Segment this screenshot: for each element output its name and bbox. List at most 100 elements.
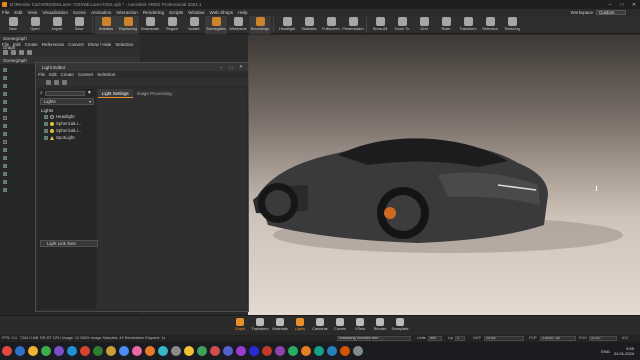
fov-field[interactable]: 22.62 [589,336,617,341]
taskbar-app-icon[interactable] [314,346,324,356]
workspace-select[interactable]: Custom [596,10,626,15]
toolbar-save-button[interactable]: Save [68,16,90,34]
menu-help[interactable]: Help [238,10,247,15]
taskbar-app-icon[interactable] [353,346,363,356]
le-menu-convert[interactable]: Convert [78,72,93,77]
light-checkbox[interactable] [44,128,48,133]
light-item[interactable]: SphericalLi... [38,127,96,134]
taskbar-app-icon[interactable] [41,346,51,356]
toolbar-new-button[interactable]: New [2,16,24,34]
toolbar-isolate-button[interactable]: Isolate [183,16,205,34]
toolbar-show-all-button[interactable]: Show All [369,16,391,34]
toolbar-selection-button[interactable]: Selection [479,16,501,34]
toolbar-transform-button[interactable]: Transform [457,16,479,34]
tree-checkbox[interactable] [3,76,7,80]
delete-light-icon[interactable] [54,79,59,85]
toolbar-grid-button[interactable]: Grid [413,16,435,34]
le-menu-selection[interactable]: Selection [97,72,115,77]
module-curves-button[interactable]: Curves [330,318,350,334]
toolbar-fullscreen-button[interactable]: Fullscreen [320,16,342,34]
tree-checkbox[interactable] [3,140,7,144]
toolbar-downscale-button[interactable]: Downscale [139,16,161,34]
sg-menu-show-hide[interactable]: Show / Hide [88,42,112,47]
taskbar-app-icon[interactable] [210,346,220,356]
tree-checkbox[interactable] [3,108,7,112]
light-item[interactable]: SpotLight [38,134,96,141]
taskbar-app-icon[interactable] [132,346,142,356]
tree-checkbox[interactable] [3,156,7,160]
scenegraph-tab[interactable]: Scenegraph [3,58,27,63]
taskbar-app-icon[interactable] [262,346,272,356]
menu-web-shops[interactable]: Web Shops [209,10,233,15]
taskbar-app-icon[interactable] [288,346,298,356]
menu-scripts[interactable]: Scripts [169,10,183,15]
menu-animation[interactable]: Animation [91,10,111,15]
le-menu-create[interactable]: Create [61,72,74,77]
taskbar-app-icon[interactable] [119,346,129,356]
taskbar-app-icon[interactable] [145,346,155,356]
taskbar-app-icon[interactable] [171,346,181,356]
taskbar-app-icon[interactable] [327,346,337,356]
module-lights-button[interactable]: Lights [290,318,310,334]
taskbar-app-icon[interactable] [67,346,77,356]
tree-checkbox[interactable] [3,148,7,152]
search-input[interactable] [44,90,85,96]
light-checkbox[interactable] [44,121,48,126]
menu-window[interactable]: Window [188,10,204,15]
le-menu-edit[interactable]: Edit [49,72,57,77]
taskbar-app-icon[interactable] [2,346,12,356]
tree-checkbox[interactable] [3,164,7,168]
module-vsets-button[interactable]: VSets [350,318,370,334]
group-light-icon[interactable] [62,79,67,85]
taskbar-app-icon[interactable] [15,346,25,356]
module-scenplate-button[interactable]: Scenplate [390,318,410,334]
toolbar-scenegates-button[interactable]: Scenegates [205,16,227,34]
toolbar-import-button[interactable]: Import [46,16,68,34]
menu-file[interactable]: File [2,10,9,15]
taskbar-app-icon[interactable] [197,346,207,356]
sg-menu-selection[interactable]: Selection [115,42,133,47]
maximize-icon[interactable]: □ [616,0,628,9]
taskbar-app-icon[interactable] [80,346,90,356]
module-cameras-button[interactable]: Cameras [310,318,330,334]
fcp-field[interactable]: 218487.50 [540,336,576,341]
command-line[interactable]: Initializing volumes tree ... [337,336,411,341]
close-icon[interactable]: ✕ [628,0,640,9]
graph-tab[interactable]: Graph [0,45,35,51]
minimize-icon[interactable]: – [604,0,616,9]
taskbar-app-icon[interactable] [93,346,103,356]
light-checkbox[interactable] [44,135,48,140]
le-minimize-icon[interactable]: – [216,63,226,71]
module-graph-button[interactable]: Graph [230,318,250,334]
sg-menu-references[interactable]: References [42,42,64,47]
menu-edit[interactable]: Edit [14,10,22,15]
tree-checkbox[interactable] [3,68,7,72]
le-close-icon[interactable]: ✕ [236,63,246,71]
taskbar-app-icon[interactable] [275,346,285,356]
menu-interaction[interactable]: Interaction [116,10,137,15]
taskbar-app-icon[interactable] [223,346,233,356]
toolbar-raytracing-button[interactable]: Raytracing [117,16,139,34]
language-indicator[interactable]: ENG [601,349,610,354]
tree-checkbox[interactable] [3,124,7,128]
module-render-button[interactable]: Render [370,318,390,334]
render-viewport[interactable] [248,35,640,315]
lights-filter-select[interactable]: Lights [40,98,94,105]
taskbar-app-icon[interactable] [158,346,168,356]
taskbar-app-icon[interactable] [54,346,64,356]
tree-checkbox[interactable] [3,116,7,120]
toolbar-wireframe-button[interactable]: Wireframe [227,16,249,34]
light-link-sets[interactable]: Light Link Sets [40,240,98,247]
tree-checkbox[interactable] [3,180,7,184]
toolbar-antialias-button[interactable]: Antialias [95,16,117,34]
menu-visualization[interactable]: Visualization [42,10,68,15]
menu-scene[interactable]: Scene [73,10,86,15]
toolbar-texturing-button[interactable]: Texturing [501,16,523,34]
taskbar-app-icon[interactable] [106,346,116,356]
tab-light-settings[interactable]: Light Settings [98,89,133,98]
toolbar-presentation-button[interactable]: Presentation [342,16,364,34]
taskbar-app-icon[interactable] [236,346,246,356]
light-item[interactable]: Headlight [38,113,96,120]
tree-checkbox[interactable] [3,100,7,104]
toolbar-zoom-to-button[interactable]: Zoom To [391,16,413,34]
